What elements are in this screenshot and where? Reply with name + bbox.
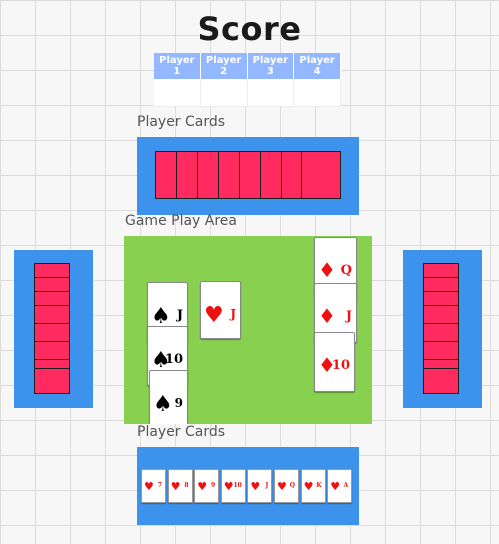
hand-card[interactable]: ♥ 10 — [220, 469, 246, 503]
hand-card[interactable]: ♥ A — [327, 469, 353, 503]
score-header-player-3: Player 3 — [247, 53, 295, 79]
top-player-panel — [137, 137, 359, 215]
hand-card[interactable]: ♥ J — [247, 469, 273, 503]
game-play-area: ♠ J ♠ 10 ♠ 9 ♥ J ♦ Q ♦ J ♦ 10 — [124, 236, 372, 424]
card-rank: J — [230, 307, 236, 321]
suit-icon: ♦ — [318, 304, 336, 328]
heart-icon: ♥ — [250, 480, 261, 493]
played-card[interactable]: ♠ 9 — [149, 370, 188, 424]
suit-icon: ♥ — [204, 302, 224, 328]
score-header-player-1: Player 1 — [154, 53, 201, 79]
score-header-player-4: Player 4 — [294, 53, 341, 79]
card-back — [34, 323, 70, 343]
card-back — [423, 341, 459, 361]
card-back — [34, 368, 70, 394]
score-title: Score — [197, 10, 302, 48]
card-back — [34, 341, 70, 361]
played-card[interactable]: ♥ J — [200, 281, 241, 339]
card-rank: 10 — [164, 352, 183, 367]
suit-icon: ♠ — [151, 303, 171, 329]
score-table: Player 1 Player 2 Player 3 Player 4 — [154, 53, 341, 107]
score-cell-player-2 — [200, 79, 248, 107]
heart-icon: ♥ — [170, 480, 181, 493]
card-rank: 10 — [331, 358, 350, 373]
card-rank: J — [265, 482, 269, 489]
card-rank: K — [316, 482, 322, 489]
right-player-panel — [403, 250, 482, 408]
suit-icon: ♠ — [153, 391, 173, 417]
heart-icon: ♥ — [277, 480, 287, 493]
card-back — [423, 323, 459, 343]
score-header-player-2: Player 2 — [200, 53, 248, 79]
play-area-label: Game Play Area — [125, 213, 237, 229]
top-player-hand — [155, 149, 341, 203]
score-cell-player-3 — [247, 79, 295, 107]
heart-icon: ♥ — [223, 480, 234, 493]
top-player-label: Player Cards — [137, 114, 226, 130]
heart-icon: ♥ — [144, 480, 154, 493]
heart-icon: ♥ — [303, 480, 314, 493]
bottom-player-panel: ♥ 7 ♥ 8 ♥ 9 ♥ 10 ♥ J ♥ Q ♥ K ♥ A — [137, 447, 359, 525]
card-back — [423, 305, 459, 325]
hand-card[interactable]: ♥ 9 — [194, 469, 220, 503]
card-rank: Q — [289, 482, 295, 489]
suit-icon: ♦ — [318, 258, 336, 282]
bottom-player-label: Player Cards — [137, 424, 226, 440]
left-player-panel — [14, 250, 93, 408]
card-rank: 7 — [157, 482, 162, 489]
card-rank: J — [345, 309, 352, 324]
played-card[interactable]: ♦ 10 — [314, 332, 355, 392]
hand-card[interactable]: ♥ K — [300, 469, 326, 503]
card-rank: J — [176, 308, 183, 323]
card-back — [301, 151, 341, 199]
bottom-player-hand: ♥ 7 ♥ 8 ♥ 9 ♥ 10 ♥ J ♥ Q ♥ K ♥ A — [141, 469, 355, 503]
heart-icon: ♥ — [197, 480, 208, 493]
card-rank: 9 — [211, 482, 216, 489]
card-back — [34, 305, 70, 325]
card-rank: 9 — [174, 396, 183, 410]
score-cell-player-1 — [154, 79, 201, 107]
hand-card[interactable]: ♥ 7 — [141, 469, 166, 503]
card-rank: A — [343, 482, 349, 489]
hand-card[interactable]: ♥ 8 — [167, 469, 193, 503]
card-rank: 10 — [233, 482, 242, 489]
left-player-hand — [34, 263, 72, 396]
score-cell-player-4 — [294, 79, 341, 107]
card-rank: Q — [340, 263, 352, 278]
heart-icon: ♥ — [330, 480, 341, 493]
card-back — [423, 368, 459, 394]
right-player-hand — [423, 263, 461, 396]
card-rank: 8 — [184, 482, 189, 489]
hand-card[interactable]: ♥ Q — [274, 469, 299, 503]
